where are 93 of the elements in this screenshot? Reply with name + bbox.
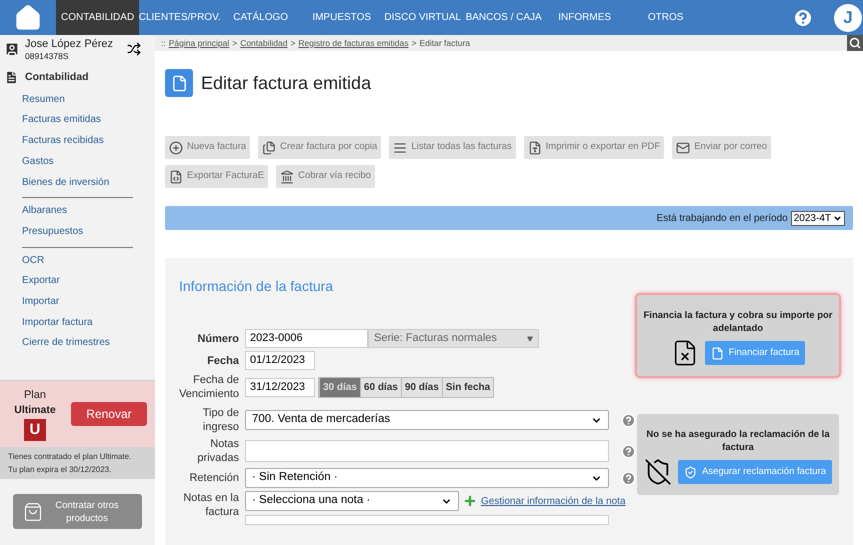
- nav-tab[interactable]: OTROS: [625, 0, 706, 35]
- field-label: Tipo de ingreso: [202, 406, 239, 434]
- breadcrumb-separator: >: [290, 36, 296, 50]
- sidebar-link[interactable]: Gastos: [22, 152, 54, 173]
- card-text: Financia la factura y cobra su importe por adelantado: [642, 309, 834, 335]
- card-text: No se ha asegurado la reclamación de la factura: [645, 428, 831, 454]
- nav-tab[interactable]: INFORMES: [544, 0, 626, 35]
- sidebar-link[interactable]: Presupuestos: [22, 222, 84, 243]
- plan-name: Ultimate: [14, 404, 56, 417]
- sidebar-link[interactable]: OCR: [22, 250, 44, 272]
- crossed-shield-icon: [644, 458, 672, 486]
- plan-badge: U: [24, 418, 46, 441]
- select-field[interactable]: · Selecciona una nota ·: [245, 491, 459, 511]
- due-option[interactable]: 30 días: [319, 378, 360, 396]
- due-option[interactable]: 90 días: [400, 378, 442, 396]
- breadcrumb-link[interactable]: Contabilidad: [240, 36, 288, 50]
- user-name: Jose López Pérez: [25, 38, 114, 50]
- other-products-button[interactable]: Contratar otros productos: [13, 494, 142, 530]
- nav-tab[interactable]: DISCO VIRTUAL: [382, 0, 464, 35]
- breadcrumb-link[interactable]: Registro de facturas emitidas: [298, 36, 408, 50]
- section-title: Contabilidad: [25, 70, 89, 85]
- select-field[interactable]: 700. Venta de mercaderías: [245, 410, 609, 430]
- toolbar-button[interactable]: Listar todas las facturas: [389, 136, 516, 159]
- user-id: 08914378S: [25, 50, 70, 60]
- code-file-icon: [169, 170, 183, 184]
- sidebar-link[interactable]: Facturas recibidas: [22, 131, 104, 152]
- plan-label: Plan: [24, 388, 46, 404]
- sidebar-link[interactable]: Bienes de inversión: [22, 172, 110, 194]
- breadcrumb-link[interactable]: Página principal: [168, 36, 230, 50]
- plan-note-line: Tu plan expira el 30/12/2023.: [8, 464, 112, 476]
- shopping-bag-icon: [23, 502, 43, 522]
- mail-icon: [676, 140, 690, 154]
- sidebar-link[interactable]: Importar: [22, 292, 60, 313]
- page-icon: [165, 69, 193, 97]
- date-field[interactable]: 01/12/2023: [245, 351, 315, 370]
- nav-tab[interactable]: CLIENTES/PROV.: [139, 0, 220, 35]
- form-title: Información de la factura: [179, 277, 334, 296]
- user-avatar[interactable]: J: [834, 4, 862, 32]
- nav-tab[interactable]: CATÁLOGO: [220, 0, 302, 35]
- due-option[interactable]: Sin fecha: [442, 378, 494, 396]
- sidebar-link[interactable]: Resumen: [22, 90, 65, 110]
- period-label: Está trabajando en el período: [656, 212, 788, 226]
- select-field[interactable]: · Sin Retención ·: [245, 468, 609, 488]
- page-title: Editar factura emitida: [201, 72, 372, 94]
- field-label: Fecha: [206, 354, 239, 368]
- files-icon: [262, 140, 276, 154]
- due-date-field[interactable]: 31/12/2023: [245, 378, 315, 396]
- sidebar-link[interactable]: Facturas emitidas: [22, 110, 101, 132]
- document-icon: [528, 140, 542, 154]
- renew-button[interactable]: Renovar: [70, 402, 147, 426]
- bank-icon: [280, 170, 294, 184]
- field-label: Fecha de Vencimiento: [178, 373, 239, 401]
- nav-tab[interactable]: BANCOS / CAJA: [463, 0, 544, 35]
- private-notes-field[interactable]: [245, 440, 609, 462]
- document-icon: [4, 70, 19, 86]
- toolbar-button[interactable]: Cobrar vía recibo: [276, 165, 375, 188]
- list-icon: [393, 140, 408, 154]
- manage-notes-link[interactable]: Gestionar información de la nota: [481, 494, 626, 508]
- sidebar-link[interactable]: Albaranes: [22, 201, 68, 222]
- shuffle-icon[interactable]: [127, 42, 141, 56]
- toolbar-button[interactable]: Enviar por correo: [672, 136, 772, 159]
- due-option[interactable]: 60 días: [360, 378, 401, 396]
- field-label: Notas privadas: [196, 437, 239, 465]
- sidebar-link[interactable]: Importar factura: [22, 312, 93, 334]
- document-icon: [710, 346, 724, 360]
- breadcrumb-prefix: ::: [161, 36, 166, 50]
- toolbar-button[interactable]: Exportar FacturaE: [165, 165, 268, 188]
- field-label: Notas en la factura: [182, 491, 239, 519]
- field-label: Número: [196, 332, 239, 346]
- invoice-notes-field[interactable]: [245, 515, 609, 525]
- plan-note-line: Tienes contratado el plan Ultimate.: [8, 451, 132, 464]
- nav-tab[interactable]: IMPUESTOS: [301, 0, 382, 35]
- toolbar-button[interactable]: Imprimir o exportar en PDF: [524, 136, 664, 159]
- dropdown-arrow-icon: [527, 336, 533, 342]
- search-button[interactable]: [847, 35, 863, 51]
- series-select[interactable]: Serie: Facturas normales: [368, 329, 539, 348]
- toolbar-button[interactable]: Nueva factura: [165, 136, 250, 159]
- breadcrumb-separator: >: [232, 36, 238, 50]
- plus-circle-icon: [169, 140, 183, 154]
- sidebar-link[interactable]: Cierre de trimestres: [22, 333, 110, 354]
- sidebar-link[interactable]: Exportar: [22, 271, 60, 292]
- nav-tab[interactable]: CONTABILIDAD: [56, 0, 140, 35]
- shield-check-icon: [684, 466, 697, 478]
- toolbar-button[interactable]: Crear factura por copia: [258, 136, 382, 159]
- breadcrumb-separator: >: [412, 36, 416, 50]
- breadcrumb-current: Editar factura: [419, 36, 470, 50]
- user-icon: [4, 41, 20, 57]
- number-field[interactable]: 2023-0006: [245, 329, 368, 348]
- chevron-down-icon: [833, 214, 842, 222]
- home-icon[interactable]: [14, 4, 42, 32]
- period-select[interactable]: 2023-4T: [790, 210, 845, 226]
- field-label: Retención: [188, 471, 239, 485]
- plus-icon: [463, 494, 477, 508]
